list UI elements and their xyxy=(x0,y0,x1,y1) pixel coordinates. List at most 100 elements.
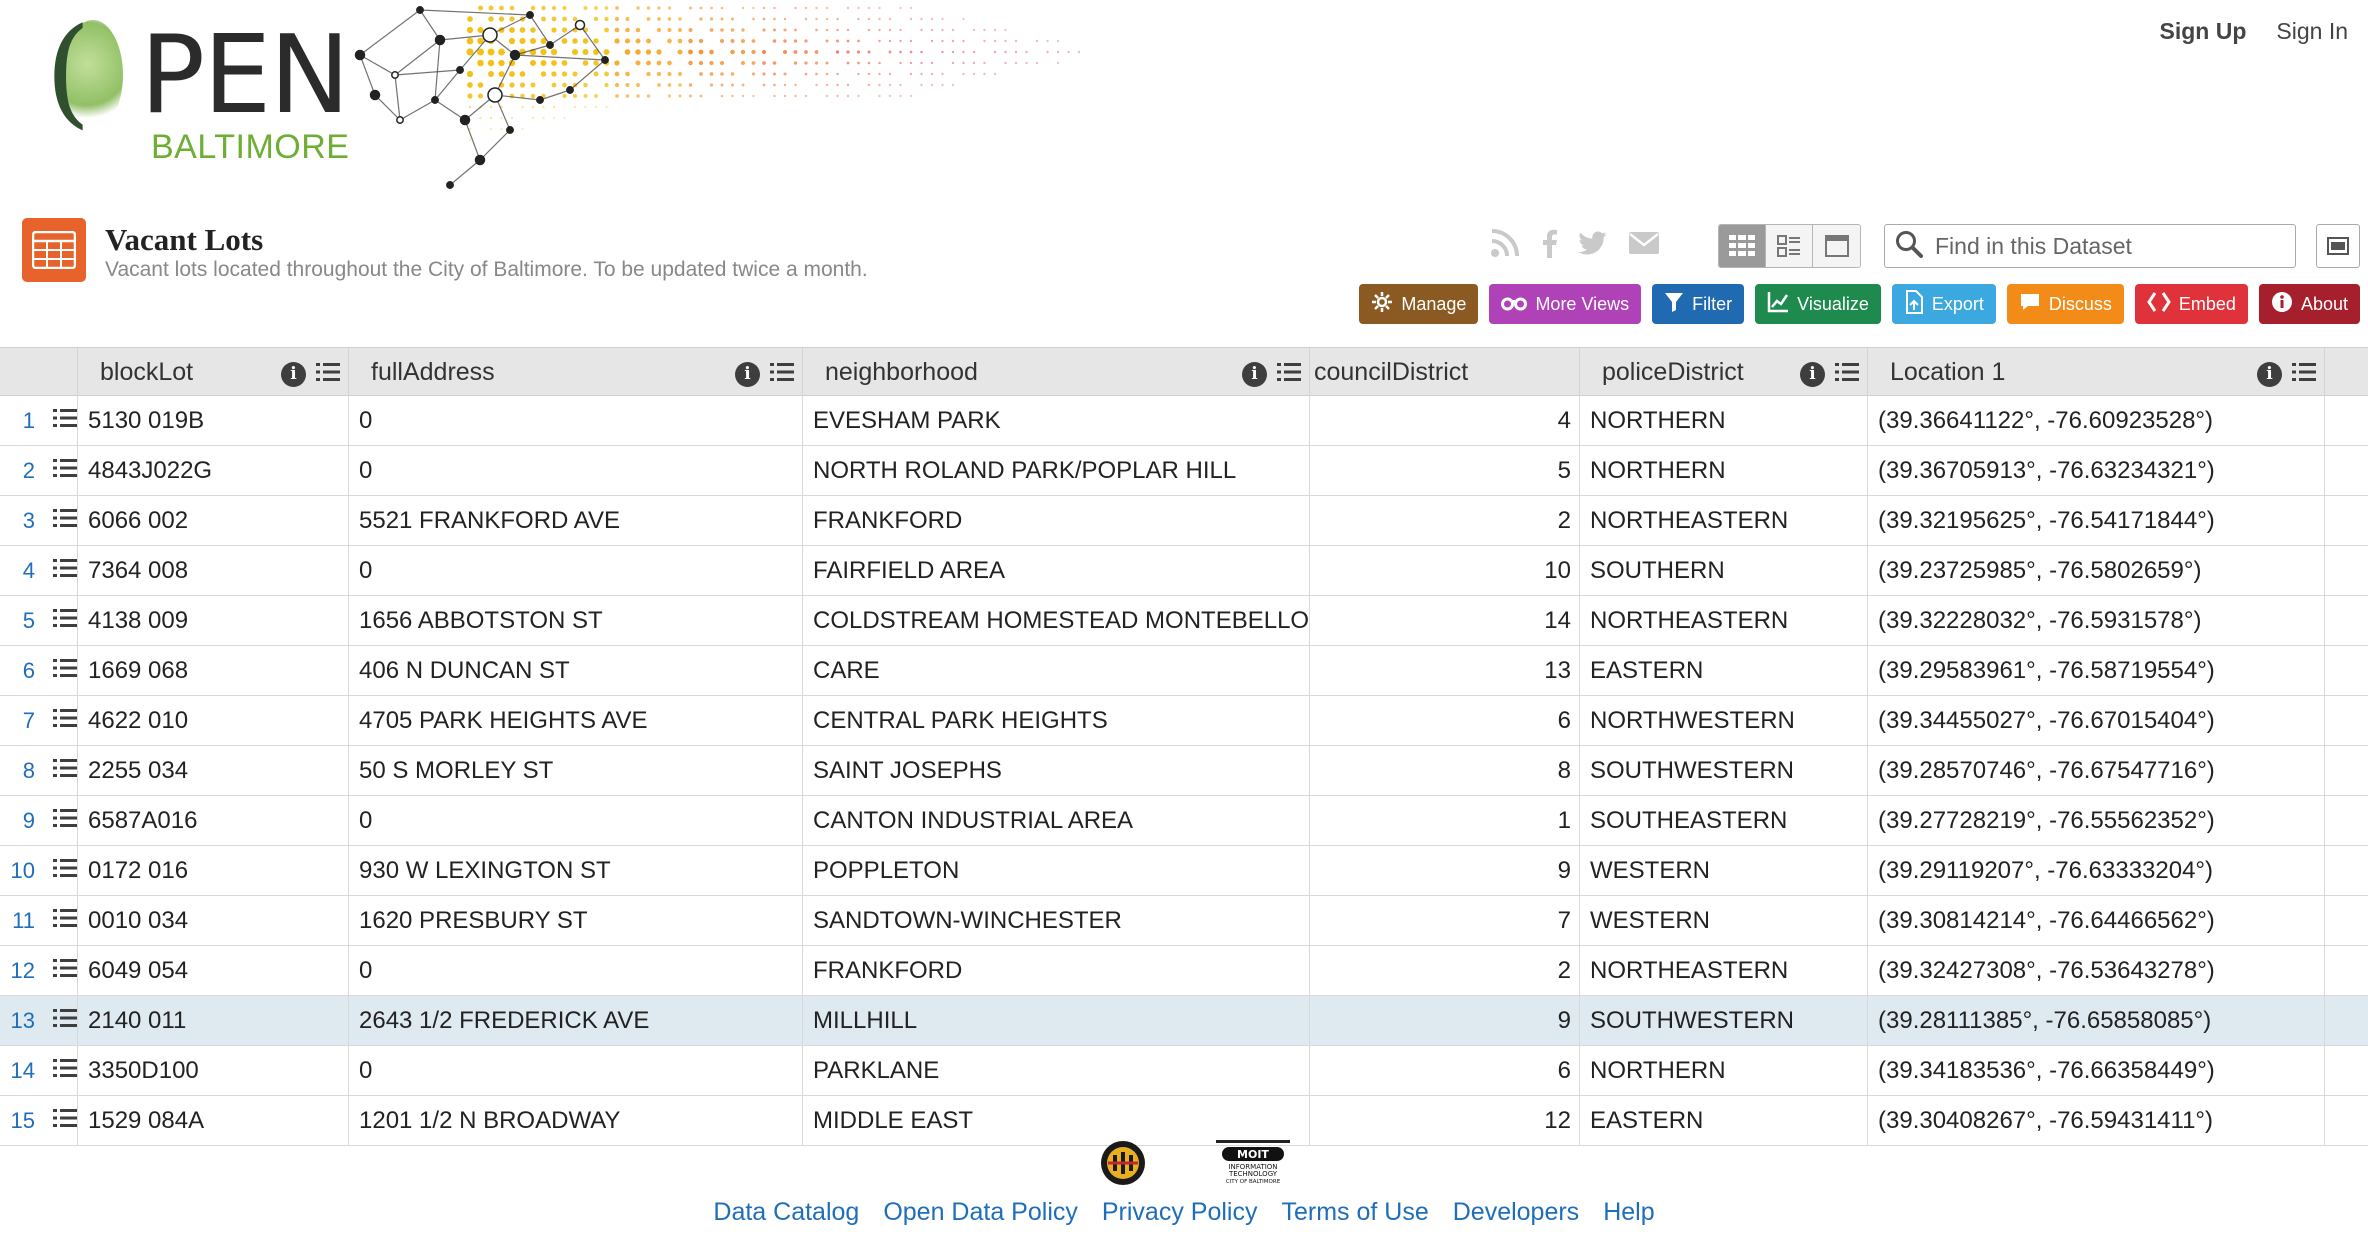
row-number[interactable]: 3 xyxy=(8,508,35,534)
row-number[interactable]: 6 xyxy=(8,658,35,684)
cell-fulladdress[interactable]: 930 W LEXINGTON ST xyxy=(349,846,803,895)
cell-blocklot[interactable]: 4843J022G xyxy=(78,446,349,495)
cell-neighborhood[interactable]: FRANKFORD xyxy=(803,496,1310,545)
row-menu-icon[interactable] xyxy=(53,758,77,784)
cell-councildistrict[interactable]: 8 xyxy=(1310,746,1580,795)
footer-link-data-catalog[interactable]: Data Catalog xyxy=(713,1198,859,1227)
cell-policedistrict[interactable]: NORTHEASTERN xyxy=(1580,596,1868,645)
cell-location[interactable]: (39.29119207°, -76.63333204°) xyxy=(1868,846,2325,895)
cell-councildistrict[interactable]: 14 xyxy=(1310,596,1580,645)
footer-link-help[interactable]: Help xyxy=(1603,1198,1654,1227)
discuss-button[interactable]: Discuss xyxy=(2006,284,2124,324)
column-menu-icon[interactable] xyxy=(2292,360,2316,389)
cell-blocklot[interactable]: 6049 054 xyxy=(78,946,349,995)
cell-location[interactable]: (39.36705913°, -76.63234321°) xyxy=(1868,446,2325,495)
row-number-cell[interactable]: 1 xyxy=(0,396,78,445)
cell-fulladdress[interactable]: 0 xyxy=(349,396,803,445)
cell-councildistrict[interactable]: 1 xyxy=(1310,796,1580,845)
cell-fulladdress[interactable]: 4705 PARK HEIGHTS AVE xyxy=(349,696,803,745)
column-info-icon[interactable]: i xyxy=(1800,362,1825,387)
cell-fulladdress[interactable]: 0 xyxy=(349,796,803,845)
cell-blocklot[interactable]: 5130 019B xyxy=(78,396,349,445)
about-button[interactable]: About xyxy=(2258,284,2360,324)
cell-location[interactable]: (39.30814214°, -76.64466562°) xyxy=(1868,896,2325,945)
cell-neighborhood[interactable]: COLDSTREAM HOMESTEAD MONTEBELLO xyxy=(803,596,1310,645)
cell-blocklot[interactable]: 4622 010 xyxy=(78,696,349,745)
row-number[interactable]: 5 xyxy=(8,608,35,634)
row-number[interactable]: 14 xyxy=(8,1058,35,1084)
row-menu-icon[interactable] xyxy=(53,808,77,834)
cell-blocklot[interactable]: 7364 008 xyxy=(78,546,349,595)
cell-blocklot[interactable]: 1529 084A xyxy=(78,1096,349,1145)
column-header-councildistrict[interactable]: councilDistrict xyxy=(1310,348,1580,396)
cell-policedistrict[interactable]: SOUTHEASTERN xyxy=(1580,796,1868,845)
cell-location[interactable]: (39.32228032°, -76.5931578°) xyxy=(1868,596,2325,645)
cell-policedistrict[interactable]: NORTHEASTERN xyxy=(1580,496,1868,545)
cell-blocklot[interactable]: 6066 002 xyxy=(78,496,349,545)
column-menu-icon[interactable] xyxy=(770,360,794,389)
row-menu-icon[interactable] xyxy=(53,708,77,734)
row-number-cell[interactable]: 14 xyxy=(0,1046,78,1095)
table-view-button[interactable] xyxy=(1719,225,1766,267)
row-number[interactable]: 2 xyxy=(8,458,35,484)
cell-councildistrict[interactable]: 9 xyxy=(1310,996,1580,1045)
table-row[interactable]: 4 7364 008 0 FAIRFIELD AREA 10 SOUTHERN (39.23… xyxy=(0,546,2368,596)
cell-councildistrict[interactable]: 10 xyxy=(1310,546,1580,595)
cell-blocklot[interactable]: 0172 016 xyxy=(78,846,349,895)
row-number[interactable]: 8 xyxy=(8,758,35,784)
row-number[interactable]: 10 xyxy=(8,858,35,884)
moit-logo-icon[interactable]: MOIT INFORMATION TECHNOLOGY CITY OF BALT… xyxy=(1216,1140,1290,1191)
column-menu-icon[interactable] xyxy=(1277,360,1301,389)
cell-location[interactable]: (39.32195625°, -76.54171844°) xyxy=(1868,496,2325,545)
row-number-cell[interactable]: 8 xyxy=(0,746,78,795)
cell-location[interactable]: (39.28570746°, -76.67547716°) xyxy=(1868,746,2325,795)
row-menu-icon[interactable] xyxy=(53,508,77,534)
cell-location[interactable]: (39.36641122°, -76.60923528°) xyxy=(1868,396,2325,445)
cell-fulladdress[interactable]: 2643 1/2 FREDERICK AVE xyxy=(349,996,803,1045)
cell-councildistrict[interactable]: 12 xyxy=(1310,1096,1580,1145)
row-number[interactable]: 1 xyxy=(8,408,35,434)
table-row[interactable]: 3 6066 002 5521 FRANKFORD AVE FRANKFORD 2 NOR… xyxy=(0,496,2368,546)
cell-policedistrict[interactable]: EASTERN xyxy=(1580,646,1868,695)
cell-neighborhood[interactable]: PARKLANE xyxy=(803,1046,1310,1095)
cell-policedistrict[interactable]: NORTHERN xyxy=(1580,446,1868,495)
row-number[interactable]: 4 xyxy=(8,558,35,584)
table-row[interactable]: 14 3350D100 0 PARKLANE 6 NORTHERN (39.34183536… xyxy=(0,1046,2368,1096)
cell-councildistrict[interactable]: 9 xyxy=(1310,846,1580,895)
footer-link-privacy-policy[interactable]: Privacy Policy xyxy=(1102,1198,1258,1227)
cell-blocklot[interactable]: 2140 011 xyxy=(78,996,349,1045)
cell-policedistrict[interactable]: SOUTHWESTERN xyxy=(1580,996,1868,1045)
cell-neighborhood[interactable]: MILLHILL xyxy=(803,996,1310,1045)
cell-blocklot[interactable]: 3350D100 xyxy=(78,1046,349,1095)
row-menu-icon[interactable] xyxy=(53,1058,77,1084)
table-row[interactable]: 8 2255 034 50 S MORLEY ST SAINT JOSEPHS 8 SOU… xyxy=(0,746,2368,796)
cell-neighborhood[interactable]: EVESHAM PARK xyxy=(803,396,1310,445)
email-icon[interactable] xyxy=(1628,231,1660,261)
cell-fulladdress[interactable]: 1656 ABBOTSTON ST xyxy=(349,596,803,645)
cell-neighborhood[interactable]: FAIRFIELD AREA xyxy=(803,546,1310,595)
sign-in-link[interactable]: Sign In xyxy=(2276,18,2348,45)
cell-neighborhood[interactable]: MIDDLE EAST xyxy=(803,1096,1310,1145)
rss-icon[interactable] xyxy=(1490,228,1520,264)
row-menu-icon[interactable] xyxy=(53,558,77,584)
export-button[interactable]: Export xyxy=(1891,284,1996,324)
cell-location[interactable]: (39.23725985°, -76.5802659°) xyxy=(1868,546,2325,595)
cell-councildistrict[interactable]: 6 xyxy=(1310,1046,1580,1095)
column-menu-icon[interactable] xyxy=(316,360,340,389)
table-row[interactable]: 12 6049 054 0 FRANKFORD 2 NORTHEASTERN (39.324… xyxy=(0,946,2368,996)
column-info-icon[interactable]: i xyxy=(281,362,306,387)
table-row[interactable]: 10 0172 016 930 W LEXINGTON ST POPPLETON 9 WE… xyxy=(0,846,2368,896)
row-menu-icon[interactable] xyxy=(53,408,77,434)
table-row[interactable]: 15 1529 084A 1201 1/2 N BROADWAY MIDDLE EAS… xyxy=(0,1096,2368,1146)
cell-councildistrict[interactable]: 5 xyxy=(1310,446,1580,495)
cell-location[interactable]: (39.30408267°, -76.59431411°) xyxy=(1868,1096,2325,1145)
row-number[interactable]: 13 xyxy=(8,1008,35,1034)
cell-fulladdress[interactable]: 0 xyxy=(349,1046,803,1095)
cell-fulladdress[interactable]: 0 xyxy=(349,446,803,495)
cell-location[interactable]: (39.34455027°, -76.67015404°) xyxy=(1868,696,2325,745)
cell-location[interactable]: (39.34183536°, -76.66358449°) xyxy=(1868,1046,2325,1095)
page-view-button[interactable] xyxy=(1766,225,1813,267)
cell-fulladdress[interactable]: 0 xyxy=(349,546,803,595)
table-row[interactable]: 13 2140 011 2643 1/2 FREDERICK AVE MILLHILL… xyxy=(0,996,2368,1046)
column-header-policedistrict[interactable]: policeDistrict i xyxy=(1580,348,1868,396)
